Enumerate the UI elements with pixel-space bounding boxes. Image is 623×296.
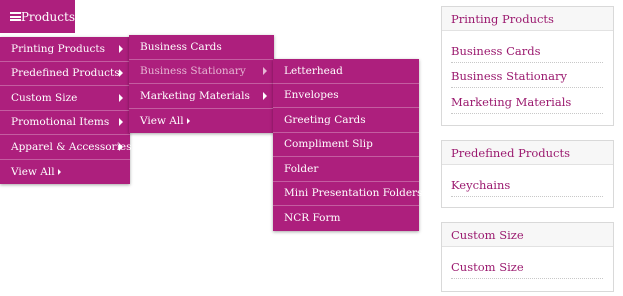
menu-item-label: Mini Presentation Folders	[284, 187, 423, 200]
sidebar-box-title: Custom Size	[442, 223, 613, 247]
menu-item-envelopes[interactable]: Envelopes	[273, 84, 419, 108]
menu-item-label: Greeting Cards	[284, 113, 366, 126]
chevron-right-icon	[263, 67, 267, 76]
caret-right-icon	[57, 168, 61, 175]
chevron-right-icon	[119, 69, 123, 78]
menu-item-business-cards[interactable]: Business Cards	[129, 35, 274, 60]
sidebar-link-keychains[interactable]: Keychains	[451, 171, 603, 197]
sidebar-link-custom-size[interactable]: Custom Size	[451, 253, 603, 279]
chevron-right-icon	[263, 91, 267, 100]
products-menu-label: Products	[20, 9, 75, 24]
menu-item-ncr-form[interactable]: NCR Form	[273, 206, 419, 231]
menu-item-letterhead[interactable]: Letterhead	[273, 59, 419, 84]
menu-level2-panel: Business Cards Business Stationary Marke…	[129, 35, 274, 133]
chevron-right-icon	[119, 93, 123, 102]
chevron-right-icon	[119, 142, 123, 151]
chevron-right-icon	[119, 44, 123, 53]
menu-item-label: Custom Size	[11, 91, 78, 104]
menu-item-folder[interactable]: Folder	[273, 157, 419, 182]
sidebar-box-title: Predefined Products	[442, 141, 613, 165]
menu-item-predefined-products[interactable]: Predefined Products	[0, 62, 130, 86]
menu-item-custom-size[interactable]: Custom Size	[0, 86, 130, 111]
menu-item-business-stationary[interactable]: Business Stationary	[129, 60, 274, 84]
menu-item-label: Marketing Materials	[140, 89, 250, 102]
menu-item-label: Apparel & Accessories	[11, 140, 132, 153]
sidebar-box-predefined-products: Predefined Products Keychains	[441, 140, 614, 208]
menu-item-label: Folder	[284, 162, 319, 175]
menu-item-compliment-slip[interactable]: Compliment Slip	[273, 133, 419, 157]
menu-item-label: Envelopes	[284, 89, 339, 102]
sidebar-link-business-stationary[interactable]: Business Stationary	[451, 63, 603, 88]
menu-item-view-all[interactable]: View All	[0, 160, 130, 185]
menu-item-promotional-items[interactable]: Promotional Items	[0, 111, 130, 135]
products-menu-button[interactable]: Products	[0, 0, 75, 33]
sidebar-box-custom-size: Custom Size Custom Size	[441, 222, 614, 292]
menu-item-label: NCR Form	[284, 212, 341, 225]
menu-item-label: Promotional Items	[11, 116, 110, 129]
caret-right-icon	[186, 117, 190, 124]
menu-item-apparel-accessories[interactable]: Apparel & Accessories	[0, 135, 132, 160]
menu-item-label: View All	[11, 165, 55, 178]
sidebar-box-title: Printing Products	[442, 7, 613, 31]
menu-level1-panel: Printing Products Predefined Products Cu…	[0, 37, 132, 185]
menu-item-label: Printing Products	[11, 42, 105, 55]
menu-item-marketing-materials[interactable]: Marketing Materials	[129, 84, 274, 109]
menu-item-view-all[interactable]: View All	[129, 109, 274, 134]
menu-item-label: Letterhead	[284, 64, 343, 77]
menu-item-label: Compliment Slip	[284, 138, 373, 151]
menu-item-label: Business Cards	[140, 40, 222, 53]
menu-item-mini-presentation-folders[interactable]: Mini Presentation Folders	[273, 182, 423, 206]
menu-level3-panel: Letterhead Envelopes Greeting Cards Comp…	[273, 59, 423, 231]
menu-item-greeting-cards[interactable]: Greeting Cards	[273, 108, 419, 133]
chevron-right-icon	[119, 118, 123, 127]
sidebar-link-business-cards[interactable]: Business Cards	[451, 37, 603, 63]
menu-item-label: Predefined Products	[11, 67, 120, 80]
list-icon	[10, 12, 21, 21]
menu-item-label: Business Stationary	[140, 65, 246, 78]
menu-item-printing-products[interactable]: Printing Products	[0, 37, 130, 62]
sidebar-box-printing-products: Printing Products Business Cards Busines…	[441, 6, 614, 126]
menu-item-label: View All	[140, 114, 184, 127]
sidebar-link-marketing-materials[interactable]: Marketing Materials	[451, 88, 603, 114]
